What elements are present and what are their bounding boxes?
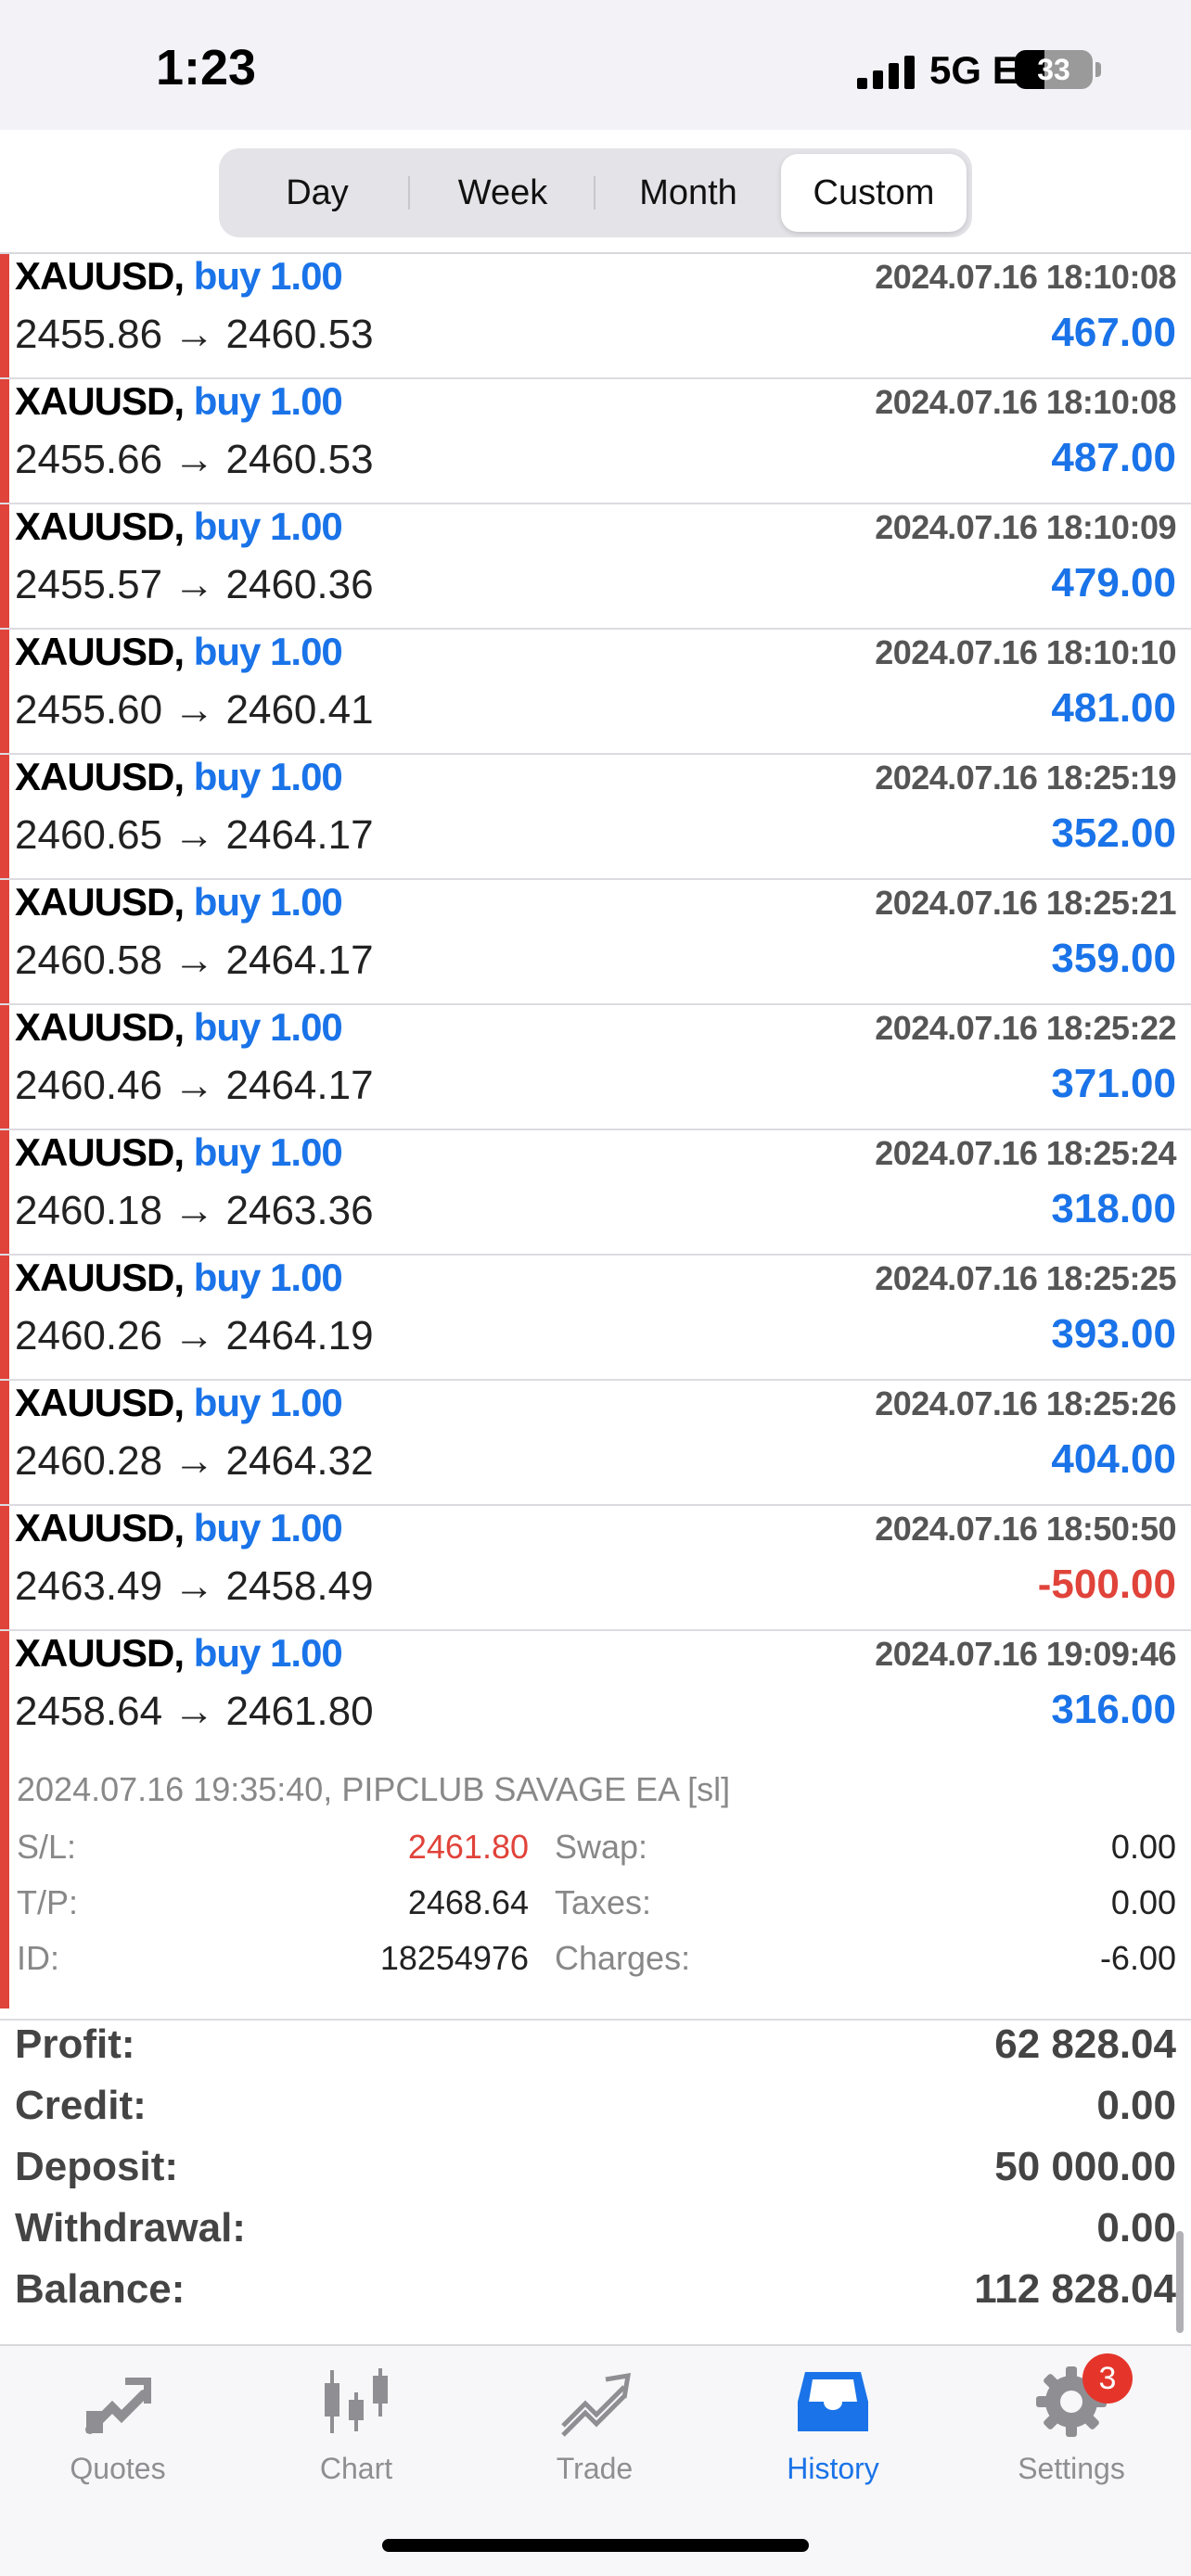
tab-chart[interactable]: Chart — [263, 2365, 449, 2504]
id-value: 18254976 — [379, 1939, 529, 1977]
chart-icon — [319, 2365, 393, 2439]
deal-row-expanded[interactable]: XAUUSD, buy 1.00 2024.07.16 19:09:46 245… — [0, 1631, 1191, 1752]
sl-value: 2461.80 — [407, 1828, 529, 1866]
swap-value: 0.00 — [1110, 1828, 1176, 1866]
summary-profit: Profit: 62 828.04 — [15, 2021, 1176, 2067]
tab-trade[interactable]: Trade — [502, 2365, 687, 2504]
deals-list: XAUUSD, buy 1.00 2024.07.16 18:10:08 245… — [0, 254, 1191, 2021]
summary-balance: Balance: 112 828.04 — [15, 2266, 1176, 2312]
cellular-signal-icon — [857, 54, 916, 89]
tp-label: T/P: — [17, 1883, 79, 1921]
segment-custom[interactable]: Custom — [781, 154, 967, 232]
tab-settings[interactable]: 3 Settings — [979, 2353, 1164, 2504]
segment-month[interactable]: Month — [596, 154, 781, 232]
quotes-icon — [81, 2365, 155, 2439]
battery-icon: 33 — [1015, 50, 1093, 89]
home-indicator[interactable] — [382, 2539, 809, 2552]
charges-label: Charges: — [555, 1939, 691, 1977]
tab-quotes[interactable]: Quotes — [25, 2365, 211, 2504]
summary-deposit: Deposit: 50 000.00 — [15, 2144, 1176, 2189]
tp-value: 2468.64 — [407, 1883, 529, 1921]
deal-row[interactable]: XAUUSD, buy 1.00 2024.07.16 18:10:09 245… — [0, 504, 1191, 630]
deal-row[interactable]: XAUUSD, buy 1.00 2024.07.16 18:10:10 245… — [0, 630, 1191, 755]
network-type: 5G E — [929, 48, 1018, 92]
deal-row[interactable]: XAUUSD, buy 1.00 2024.07.16 18:50:50 246… — [0, 1506, 1191, 1631]
deal-row[interactable]: XAUUSD, buy 1.00 2024.07.16 18:25:22 246… — [0, 1005, 1191, 1130]
scrollbar-thumb[interactable] — [1176, 2231, 1184, 2333]
account-summary: Profit: 62 828.04 Credit: 0.00 Deposit: … — [0, 2012, 1191, 2344]
battery-level: 33 — [1037, 52, 1070, 86]
trade-icon — [557, 2365, 632, 2439]
status-time: 1:23 — [156, 40, 257, 96]
charges-value: -6.00 — [1099, 1939, 1176, 1977]
deal-comment: 2024.07.16 19:35:40, PIPCLUB SAVAGE EA [… — [17, 1770, 731, 1808]
summary-credit: Credit: 0.00 — [15, 2083, 1176, 2128]
period-selector: Day Week Month Custom — [219, 148, 972, 237]
deal-row[interactable]: XAUUSD, buy 1.00 2024.07.16 18:25:24 246… — [0, 1130, 1191, 1256]
swap-label: Swap: — [555, 1828, 648, 1866]
sl-label: S/L: — [17, 1828, 77, 1866]
deal-row[interactable]: XAUUSD, buy 1.00 2024.07.16 18:25:25 246… — [0, 1256, 1191, 1381]
deal-details: 2024.07.16 19:35:40, PIPCLUB SAVAGE EA [… — [0, 1752, 1191, 2021]
history-icon — [796, 2365, 870, 2439]
settings-badge: 3 — [1082, 2353, 1133, 2404]
segment-week[interactable]: Week — [410, 154, 596, 232]
taxes-label: Taxes: — [555, 1883, 652, 1921]
id-label: ID: — [17, 1939, 60, 1977]
summary-withdrawal: Withdrawal: 0.00 — [15, 2205, 1176, 2251]
taxes-value: 0.00 — [1110, 1883, 1176, 1921]
deal-row[interactable]: XAUUSD, buy 1.00 2024.07.16 18:10:08 245… — [0, 379, 1191, 504]
status-bar: 1:23 5G E 33 Day Week Month Custom — [0, 0, 1191, 237]
deal-row[interactable]: XAUUSD, buy 1.00 2024.07.16 18:25:26 246… — [0, 1381, 1191, 1506]
deal-row[interactable]: XAUUSD, buy 1.00 2024.07.16 18:10:08 245… — [0, 254, 1191, 379]
deal-row[interactable]: XAUUSD, buy 1.00 2024.07.16 18:25:19 246… — [0, 755, 1191, 880]
deal-row[interactable]: XAUUSD, buy 1.00 2024.07.16 18:25:21 246… — [0, 880, 1191, 1005]
gear-icon: 3 — [1034, 2353, 1133, 2439]
battery-tip — [1095, 62, 1101, 77]
segment-day[interactable]: Day — [224, 154, 410, 232]
tab-history[interactable]: History — [740, 2365, 926, 2504]
